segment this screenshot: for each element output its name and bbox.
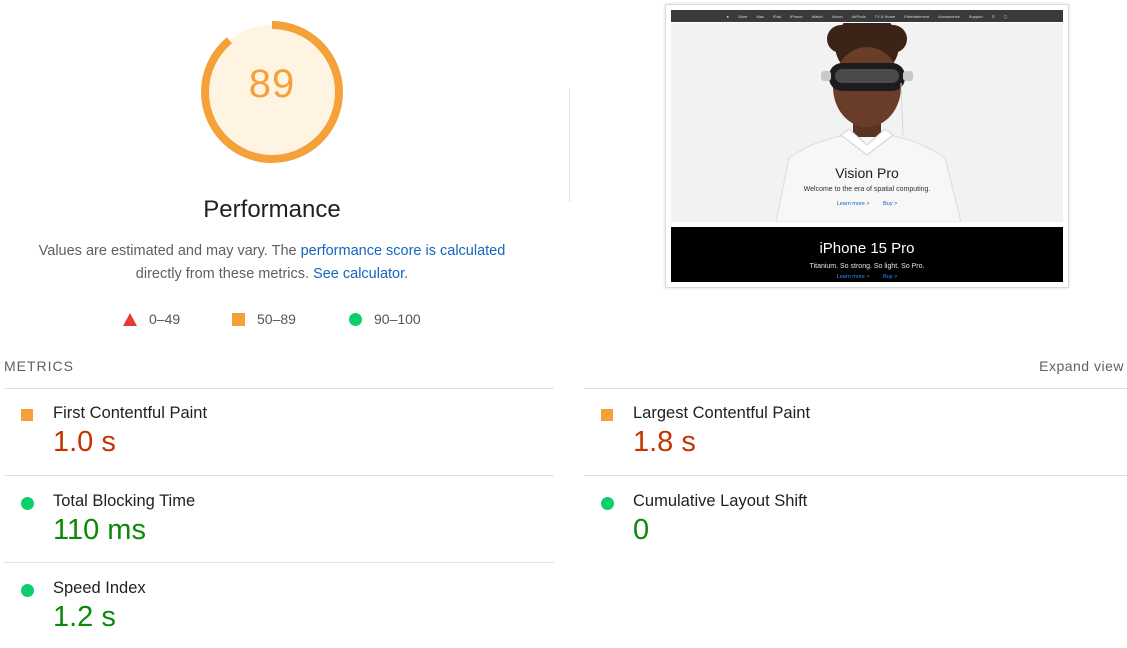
nav-item: Store — [737, 13, 748, 19]
legend-item-average: 50–89 — [232, 311, 296, 327]
final-screenshot[interactable]: ● Store Mac iPad iPhone Watch Vision Air… — [665, 4, 1069, 288]
metric-value: 1.8 s — [633, 426, 696, 458]
nav-item: Mac — [756, 13, 765, 19]
square-icon — [232, 312, 245, 326]
iphone-buy-link: Buy > — [883, 274, 898, 280]
metric-label: Cumulative Layout Shift — [633, 492, 808, 510]
nav-item: Watch — [811, 13, 823, 19]
hero-title: Vision Pro — [835, 165, 899, 181]
screenshot-nav-bar: ● Store Mac iPad iPhone Watch Vision Air… — [671, 10, 1063, 22]
score-description: Values are estimated and may vary. The p… — [20, 240, 524, 286]
metrics-divider — [4, 562, 554, 563]
legend-item-fail: 0–49 — [123, 311, 180, 327]
hero-subtitle: Welcome to the era of spatial computing. — [803, 186, 931, 193]
nav-item: Entertainment — [904, 13, 930, 19]
circle-icon — [21, 584, 34, 597]
metric-label: Largest Contentful Paint — [633, 404, 811, 422]
iphone-links: Learn more > Buy > — [671, 274, 1063, 280]
search-icon: ⚲ — [991, 13, 995, 19]
metrics-divider — [584, 475, 1127, 476]
nav-item: Support — [968, 13, 983, 19]
metric-value: 0 — [633, 514, 650, 546]
nav-item: iPad — [773, 13, 782, 19]
legend-range-fail: 0–49 — [149, 311, 181, 327]
screenshot-iphone-banner: iPhone 15 Pro Titanium. So strong. So li… — [671, 227, 1063, 282]
metrics-divider — [4, 388, 554, 389]
metrics-divider — [584, 388, 1127, 389]
metric-value: 110 ms — [53, 514, 146, 546]
iphone-subtitle: Titanium. So strong. So light. So Pro. — [809, 263, 925, 270]
metric-value: 1.0 s — [53, 426, 116, 458]
legend-range-average: 50–89 — [257, 311, 296, 327]
metric-label: First Contentful Paint — [53, 404, 208, 422]
legend-item-pass: 90–100 — [349, 311, 421, 327]
hero-links: Learn more > Buy > — [671, 201, 1063, 207]
circle-icon — [349, 312, 362, 326]
score-legend: 0–49 50–89 90–100 — [0, 311, 600, 331]
gauge-title: Performance — [203, 196, 341, 223]
performance-score: 89 — [248, 62, 296, 106]
apple-logo-icon: ● — [726, 13, 729, 19]
nav-item: TV & Home — [874, 13, 896, 19]
hero-learn-more-link: Learn more > — [836, 201, 870, 207]
vertical-divider — [569, 88, 570, 202]
metric-label: Speed Index — [53, 579, 146, 597]
metrics-divider — [4, 475, 554, 476]
metrics-section-label: METRICS — [4, 358, 74, 374]
desc-text-2: directly from these metrics. — [135, 266, 314, 282]
nav-item: Accessories — [938, 13, 960, 19]
nav-item: Vision — [831, 13, 843, 19]
iphone-title: iPhone 15 Pro — [819, 240, 915, 257]
metric-label: Total Blocking Time — [53, 492, 196, 510]
desc-text-1: Values are estimated and may vary. The — [38, 243, 301, 259]
see-calculator-link[interactable]: See calculator — [313, 266, 404, 282]
legend-range-pass: 90–100 — [374, 311, 421, 327]
square-icon — [21, 409, 33, 421]
iphone-learn-more-link: Learn more > — [836, 274, 870, 280]
circle-icon — [21, 497, 34, 510]
score-calculated-link[interactable]: performance score is calculated — [301, 243, 506, 259]
expand-view-button[interactable]: Expand view — [1039, 358, 1124, 374]
square-icon — [601, 409, 613, 421]
circle-icon — [601, 497, 614, 510]
metric-value: 1.2 s — [53, 601, 116, 633]
bag-icon: ▢ — [1003, 13, 1008, 19]
nav-item: AirPods — [851, 13, 866, 19]
desc-text-3: . — [404, 266, 409, 282]
hero-buy-link: Buy > — [883, 201, 898, 207]
screenshot-hero: Vision Pro Welcome to the era of spatial… — [671, 23, 1063, 222]
nav-item: iPhone — [790, 13, 803, 19]
triangle-icon — [123, 312, 137, 326]
